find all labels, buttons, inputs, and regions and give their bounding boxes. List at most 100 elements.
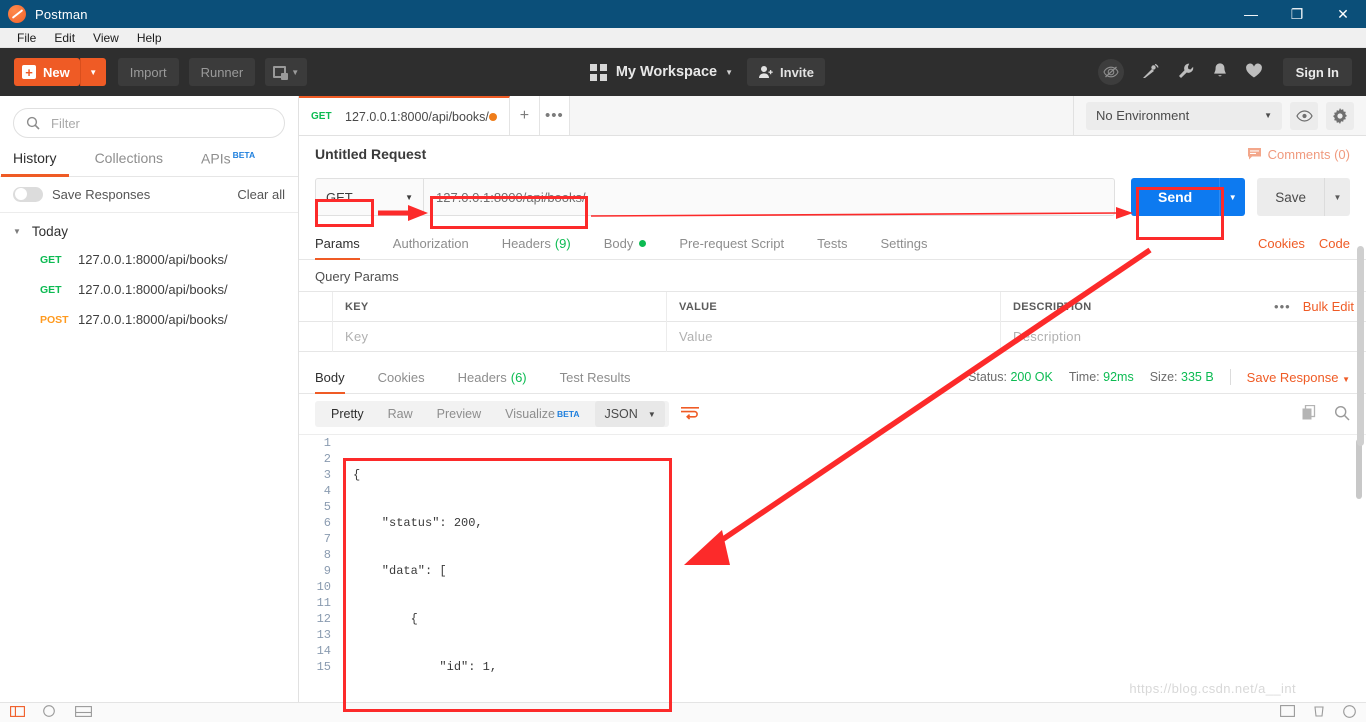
menu-item-file[interactable]: File: [8, 31, 45, 45]
sidebar-toggle-icon[interactable]: [10, 705, 25, 720]
method-select[interactable]: GET ▼: [315, 178, 423, 216]
list-item[interactable]: POST 127.0.0.1:8000/api/books/: [0, 305, 298, 335]
minimize-button[interactable]: —: [1228, 0, 1274, 28]
tab-body-label: Body: [603, 236, 634, 251]
value-input[interactable]: Value: [667, 329, 713, 344]
plus-icon: +: [22, 65, 36, 79]
tab-pre-request-script[interactable]: Pre-request Script: [679, 236, 784, 259]
key-input[interactable]: Key: [333, 329, 368, 344]
search-bottom-icon[interactable]: [43, 705, 57, 720]
main-scrollbar[interactable]: [1357, 246, 1364, 446]
tab-headers[interactable]: Headers (9): [502, 236, 571, 259]
chevron-down-icon: ▼: [291, 67, 300, 77]
settings-gear-button[interactable]: [1326, 101, 1354, 130]
copy-button[interactable]: [1302, 404, 1318, 424]
sidebar-tab-history[interactable]: History: [1, 150, 69, 177]
add-tab-button[interactable]: +: [509, 96, 540, 135]
trash-icon[interactable]: [1313, 705, 1325, 720]
bootcamp-icon[interactable]: [1280, 705, 1295, 720]
line-number: 13: [316, 628, 331, 642]
clear-all-button[interactable]: Clear all: [237, 187, 285, 202]
response-tab-headers-label: Headers: [457, 370, 507, 385]
menu-item-edit[interactable]: Edit: [45, 31, 84, 45]
menu-item-view[interactable]: View: [84, 31, 128, 45]
response-tab-test-results[interactable]: Test Results: [560, 370, 631, 393]
bulk-edit-button[interactable]: Bulk Edit: [1303, 299, 1354, 314]
row-checkbox-cell[interactable]: [299, 321, 333, 352]
list-item[interactable]: GET 127.0.0.1:8000/api/books/: [0, 275, 298, 305]
view-raw[interactable]: Raw: [376, 401, 425, 427]
response-tab-body[interactable]: Body: [315, 370, 345, 394]
description-input[interactable]: Description: [1001, 329, 1081, 344]
tab-options-button[interactable]: •••: [539, 96, 570, 135]
time-label: Time:: [1068, 370, 1100, 384]
menu-item-help[interactable]: Help: [128, 31, 171, 45]
environment-quick-look-button[interactable]: [1290, 101, 1318, 130]
cookies-link[interactable]: Cookies: [1258, 236, 1305, 251]
response-format-select[interactable]: JSON ▼: [595, 401, 665, 427]
url-input[interactable]: 127.0.0.1:8000/api/books/: [423, 178, 1115, 216]
sidebar-tab-apis[interactable]: APIs BETA: [201, 150, 255, 176]
new-button[interactable]: + New: [14, 58, 80, 86]
code-link[interactable]: Code: [1319, 236, 1350, 251]
new-dropdown-button[interactable]: ▼: [79, 58, 106, 86]
tab-authorization[interactable]: Authorization: [393, 236, 469, 259]
wrench-icon[interactable]: [1177, 62, 1195, 83]
environment-select[interactable]: No Environment ▼: [1086, 101, 1282, 130]
tab-params[interactable]: Params: [315, 236, 360, 260]
response-tab-headers[interactable]: Headers (6): [458, 370, 527, 393]
workspace-name[interactable]: My Workspace: [616, 64, 717, 80]
comments-button[interactable]: Comments (0): [1247, 147, 1350, 162]
send-button[interactable]: Send: [1130, 178, 1220, 216]
search-response-button[interactable]: [1334, 405, 1350, 424]
save-response-button[interactable]: Save Response ▼: [1247, 370, 1350, 385]
new-button-label: New: [43, 64, 70, 80]
view-preview[interactable]: Preview: [425, 401, 493, 427]
response-tab-cookies[interactable]: Cookies: [378, 370, 425, 393]
help-icon[interactable]: [1343, 704, 1356, 721]
select-all-checkbox-cell[interactable]: [299, 291, 333, 322]
person-add-icon: [759, 66, 773, 78]
chevron-down-icon[interactable]: ▼: [725, 68, 733, 77]
word-wrap-button[interactable]: [680, 406, 699, 423]
response-scrollbar[interactable]: [1356, 439, 1362, 499]
response-body-viewer[interactable]: 1 2 3 4 5 6 7 8 9 10 11 12 13 14 15 {"s…: [299, 434, 1366, 722]
console-icon[interactable]: [75, 705, 92, 720]
code-line: "data": [: [353, 564, 447, 578]
tab-tests[interactable]: Tests: [817, 236, 847, 259]
chevron-down-icon: ▼: [1342, 374, 1350, 384]
response-viewer-actions: [1302, 404, 1350, 424]
satellite-icon[interactable]: [1141, 62, 1160, 83]
table-row[interactable]: Key Value Description: [299, 321, 1366, 352]
save-button[interactable]: Save: [1257, 178, 1324, 216]
view-visualize[interactable]: Visualize BETA: [493, 401, 591, 427]
sign-in-button[interactable]: Sign In: [1282, 58, 1352, 86]
invite-button[interactable]: Invite: [747, 58, 825, 86]
app-title: Postman: [35, 6, 88, 22]
tab-settings[interactable]: Settings: [880, 236, 927, 259]
comments-label: Comments (0): [1267, 146, 1350, 162]
save-options-button[interactable]: ▼: [1324, 178, 1350, 216]
response-format-value: JSON: [604, 407, 638, 421]
save-button-label: Save: [1275, 189, 1306, 205]
sidebar-tab-collections[interactable]: Collections: [95, 150, 163, 176]
runner-button[interactable]: Runner: [188, 58, 256, 86]
new-tab-window-button[interactable]: ▼: [265, 58, 308, 86]
eye-off-icon[interactable]: [1097, 59, 1124, 85]
history-group-today[interactable]: ▼ Today: [0, 213, 298, 245]
save-responses-toggle[interactable]: [13, 186, 43, 202]
send-options-button[interactable]: ▼: [1219, 178, 1246, 216]
heart-icon[interactable]: [1245, 62, 1263, 82]
list-item[interactable]: GET 127.0.0.1:8000/api/books/: [0, 245, 298, 275]
tab-body[interactable]: Body: [604, 236, 647, 259]
close-button[interactable]: ✕: [1320, 0, 1366, 28]
view-pretty[interactable]: Pretty: [319, 401, 376, 427]
line-number: 9: [323, 564, 331, 578]
search-input[interactable]: Filter: [13, 108, 285, 138]
request-tab[interactable]: GET 127.0.0.1:8000/api/books/: [299, 96, 510, 135]
line-number: 2: [323, 452, 331, 466]
table-options-button[interactable]: •••: [1274, 299, 1291, 314]
maximize-button[interactable]: ❐: [1274, 0, 1320, 28]
bell-icon[interactable]: [1212, 62, 1228, 83]
import-button[interactable]: Import: [117, 58, 179, 86]
